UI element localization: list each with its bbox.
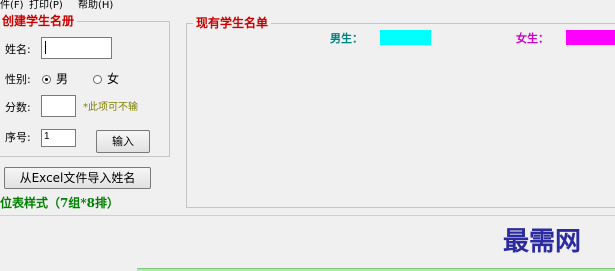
boys-color-swatch (380, 30, 431, 45)
gender-female-label: 女 (107, 72, 120, 86)
gender-male-radio[interactable] (42, 75, 51, 84)
section-divider (0, 215, 615, 216)
score-input[interactable] (41, 95, 76, 117)
seq-label: 序号: (5, 131, 31, 144)
menu-bar: 件(F) 打印(P) 帮助(H) (0, 0, 615, 14)
seq-input[interactable]: 1 (41, 129, 76, 147)
import-excel-button[interactable]: 从Excel文件导入姓名 (4, 167, 151, 189)
menu-help[interactable]: 帮助(H) (78, 0, 113, 12)
girls-legend-label: 女生： (516, 32, 549, 45)
create-roster-title: 创建学生名册 (0, 14, 78, 28)
menu-file[interactable]: 件(F) (0, 0, 24, 12)
existing-roster-title: 现有学生名单 (193, 16, 272, 30)
watermark-logo: 最需网 (503, 227, 582, 257)
boys-legend-label: 男生： (330, 32, 363, 45)
score-optional-note: *此项可不输 (83, 102, 138, 113)
input-button[interactable]: 输入 (96, 130, 150, 153)
radio-selected-dot (45, 78, 48, 81)
existing-roster-group: 现有学生名单 (186, 16, 615, 208)
girls-color-swatch (566, 30, 615, 45)
menu-print[interactable]: 打印(P) (29, 0, 63, 12)
gender-male-label: 男 (56, 72, 69, 86)
seq-input-value: 1 (44, 131, 50, 142)
text-caret (45, 41, 46, 54)
seat-layout-caption: 位表样式（7组*8排） (0, 196, 119, 210)
name-input[interactable] (41, 37, 112, 59)
score-label: 分数: (5, 101, 31, 114)
gender-female-radio[interactable] (93, 75, 102, 84)
name-label: 姓名: (5, 43, 31, 56)
gender-label: 性别: (5, 73, 31, 86)
